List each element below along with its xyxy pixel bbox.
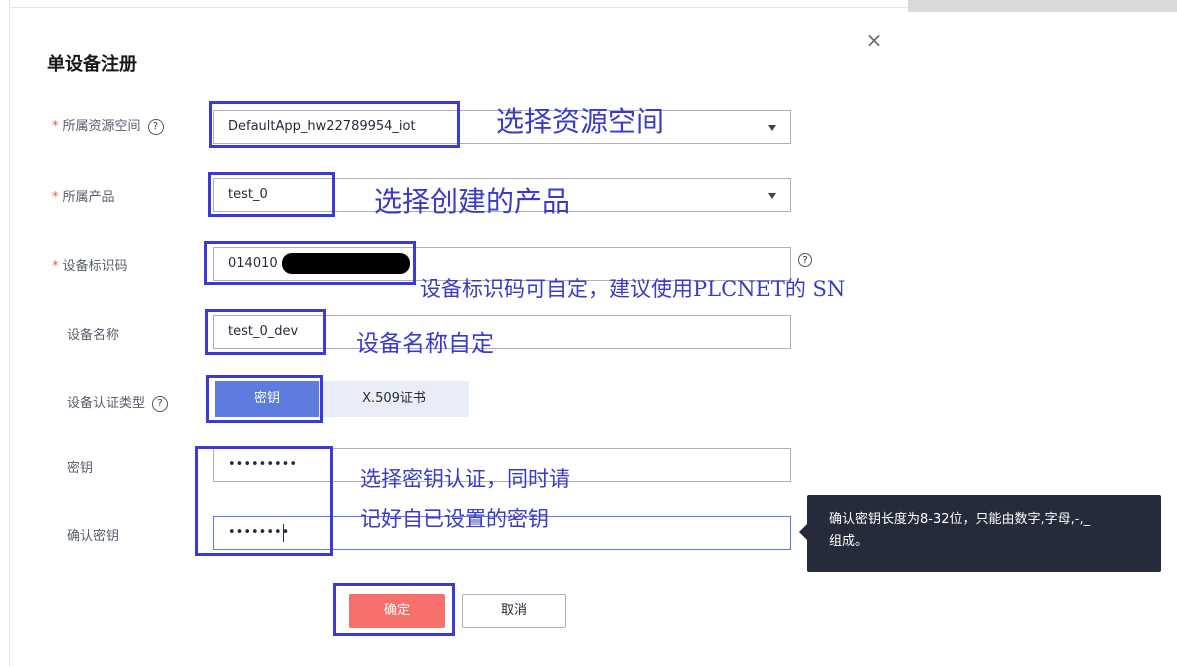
chevron-down-icon <box>768 125 776 131</box>
product-label-row: * 所属产品 <box>52 188 115 208</box>
annotation-secret-line1: 选择密钥认证，同时请 <box>360 467 570 491</box>
highlight-box-device-id <box>204 241 416 285</box>
auth-type-label: 设备认证类型 <box>67 396 146 411</box>
auth-option-x509[interactable]: X.509证书 <box>319 381 469 417</box>
required-mark: * <box>52 259 59 274</box>
cancel-button[interactable]: 取消 <box>462 594 566 628</box>
annotation-device-name: 设备名称自定 <box>356 331 494 357</box>
highlight-box-auth-type <box>206 375 323 423</box>
device-id-label-row: * 设备标识码 <box>52 257 128 277</box>
highlight-box-space <box>209 101 460 148</box>
chevron-down-icon <box>768 193 776 199</box>
highlight-box-device-name <box>205 309 326 355</box>
highlight-box-product <box>208 172 335 217</box>
confirm-secret-tooltip: 确认密钥长度为8-32位，只能由数字,字母,-,_ 组成。 <box>807 495 1161 572</box>
required-mark: * <box>52 119 59 134</box>
tooltip-line-2: 组成。 <box>829 534 869 549</box>
dialog-title: 单设备注册 <box>47 54 137 75</box>
confirm-secret-label: 确认密钥 <box>67 529 120 544</box>
annotation-space: 选择资源空间 <box>496 105 665 138</box>
tooltip-line-1: 确认密钥长度为8-32位，只能由数字,字母,-,_ <box>829 512 1091 527</box>
device-name-label: 设备名称 <box>67 328 120 343</box>
close-icon[interactable]: × <box>862 28 886 52</box>
product-label: 所属产品 <box>62 190 115 205</box>
required-mark: * <box>52 190 59 205</box>
annotation-product: 选择创建的产品 <box>374 185 571 218</box>
help-icon[interactable]: ? <box>147 118 164 135</box>
auth-type-label-row: 设备认证类型? <box>67 394 169 414</box>
page-left-edge <box>0 0 10 666</box>
secret-label: 密钥 <box>67 461 94 476</box>
device-id-label: 设备标识码 <box>62 259 128 274</box>
help-icon[interactable]: ? <box>798 253 812 267</box>
tooltip-arrow <box>799 524 807 540</box>
highlight-box-secrets <box>195 446 333 556</box>
space-label: 所属资源空间 <box>62 119 141 134</box>
highlight-box-confirm <box>333 583 455 636</box>
dialog-top-border <box>10 7 908 8</box>
space-label-row: * 所属资源空间? <box>52 117 164 137</box>
background-window-strip <box>908 0 1177 12</box>
annotation-device-id: 设备标识码可自定，建议使用PLCNET的 SN <box>420 277 846 301</box>
annotation-secret-line2: 记好自已设置的密钥 <box>360 507 549 531</box>
help-icon[interactable]: ? <box>152 395 169 412</box>
